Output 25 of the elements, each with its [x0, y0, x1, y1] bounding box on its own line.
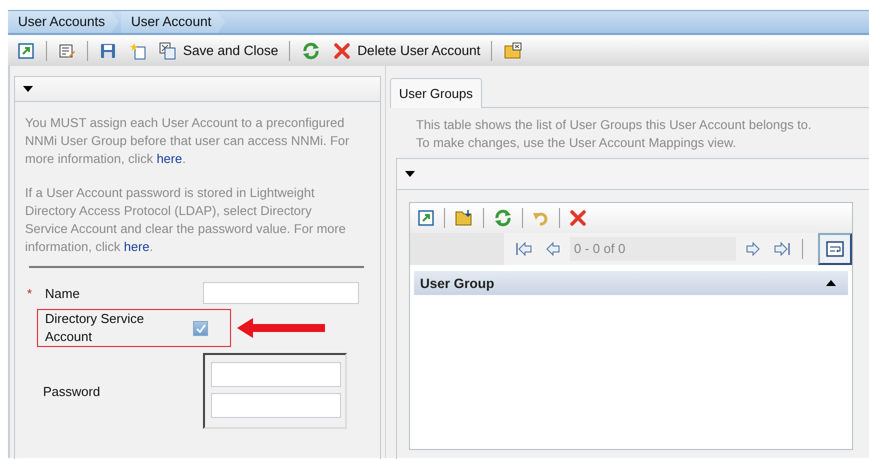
caret-icon[interactable] [23, 86, 33, 92]
close-document-icon [159, 42, 177, 60]
checkbox[interactable] [193, 320, 208, 336]
checkbox-label: Directory Service Account [45, 310, 145, 346]
description-text: This table shows the list of User Groups this User Account belongs to. To make changes, use the User Account Mappings view. [416, 116, 812, 152]
save-and-close-button[interactable]: Save and Close [156, 42, 282, 60]
confirm-password-field[interactable] [211, 393, 341, 418]
required-mark: * [26, 286, 34, 300]
delete-icon [333, 42, 352, 60]
info-paragraph: If a User Account password is stored in Lightweight Directory Access Protocol (LDAP), select Directory Service Account and clear the password value. For more information, click here. [25, 184, 347, 256]
field-label: Password [43, 384, 102, 398]
page-range-field: 0 - 0 of 0 [570, 237, 736, 261]
breadcrumb-item[interactable]: User Account [121, 11, 226, 33]
delete-user-account-button[interactable]: Delete User Account [330, 42, 484, 60]
breadcrumb-item[interactable]: User Accounts [8, 11, 120, 33]
name-field[interactable] [203, 282, 359, 304]
wrap-text-icon[interactable] [818, 233, 852, 265]
sort-ascending-icon[interactable] [826, 280, 836, 286]
tab[interactable]: User Groups [390, 78, 482, 108]
field-label: Name [45, 286, 81, 300]
help-link[interactable]: here [156, 151, 182, 166]
info-paragraph: You MUST assign each User Account to a preconfigured NNMi User Group before that user can access NNMi. For more information, click here. [25, 114, 350, 168]
caret-icon[interactable] [405, 171, 415, 177]
help-link[interactable]: here [124, 239, 150, 254]
password-field[interactable] [211, 362, 341, 387]
